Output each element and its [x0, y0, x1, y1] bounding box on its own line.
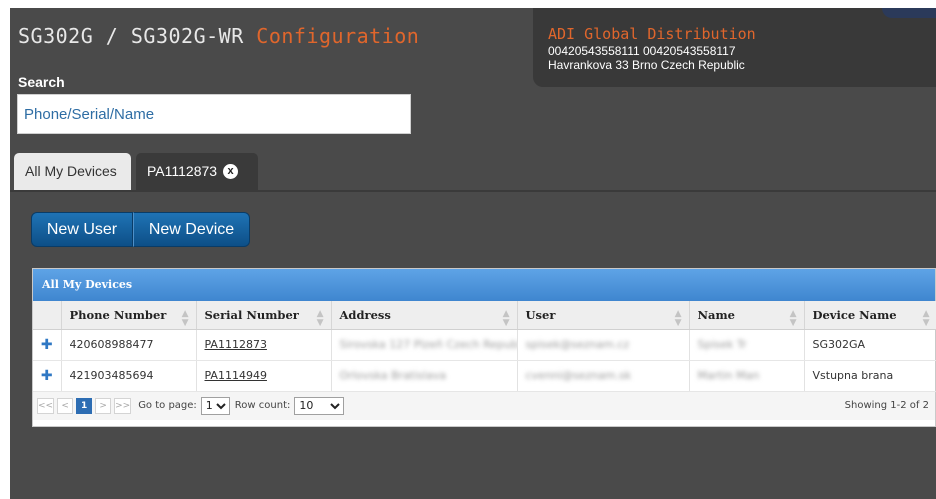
app-frame: SG302G / SG302G-WR Configuration ADI Glo… — [10, 8, 936, 499]
column-label: Serial Number — [204, 307, 299, 322]
next-page-button[interactable]: > — [95, 397, 112, 414]
address-value: Orlovska Bratislava — [339, 369, 447, 382]
page-title: SG302G / SG302G-WR Configuration — [18, 24, 419, 48]
column-device-name[interactable]: Device Name ▲ ▼ — [804, 301, 936, 330]
name-value: Martin Man — [697, 369, 760, 382]
grid-caption: All My Devices — [33, 269, 935, 301]
column-user[interactable]: User ▲ ▼ — [517, 301, 690, 330]
row-count-select[interactable]: 10 — [294, 396, 345, 415]
serial-link[interactable]: PA1114949 — [205, 369, 267, 382]
cell-name: Martin Man — [689, 360, 805, 392]
column-label: User — [525, 307, 556, 322]
distributor-address: Havrankova 33 Brno Czech Republic — [548, 58, 745, 72]
cell-device-name: Vstupna brana — [804, 360, 936, 392]
cell-device-name: SG302GA — [804, 329, 936, 361]
close-icon[interactable]: x — [223, 163, 239, 179]
row-count-label: Row count: — [234, 400, 291, 411]
tab-label: All My Devices — [25, 163, 117, 179]
column-label: Address — [339, 307, 391, 322]
column-serial-number[interactable]: Serial Number ▲ ▼ — [196, 301, 332, 330]
tab-strip-divider — [10, 190, 936, 192]
tab-device-pa1112873[interactable]: PA1112873 x — [136, 153, 258, 190]
title-main: SG302G / SG302G-WR — [18, 24, 257, 48]
table-header-row: Phone Number ▲ ▼ Serial Number ▲ ▼ Address ▲ ▼… — [33, 301, 936, 330]
sort-icon[interactable]: ▲ ▼ — [317, 310, 324, 328]
tab-bar: All My Devices PA1112873 x — [10, 153, 936, 190]
corner-decoration — [882, 8, 936, 18]
sort-icon[interactable]: ▲ ▼ — [790, 310, 797, 328]
first-page-button[interactable]: << — [37, 397, 55, 414]
column-label: Phone Number — [69, 307, 167, 322]
sort-icon[interactable]: ▲ ▼ — [675, 310, 682, 328]
cell-serial: PA1114949 — [196, 360, 332, 392]
table-row[interactable]: ✚ 420608988477 PA1112873 Sirovska 127 Pl… — [33, 329, 936, 361]
devices-table: Phone Number ▲ ▼ Serial Number ▲ ▼ Address ▲ ▼… — [33, 301, 936, 392]
expand-icon[interactable]: ✚ — [33, 329, 62, 361]
column-expand — [33, 301, 62, 330]
column-label: Device Name — [812, 307, 897, 322]
cell-phone: 421903485694 — [61, 360, 197, 392]
action-toolbar: New User New Device — [31, 212, 250, 247]
search-input[interactable] — [17, 94, 411, 134]
user-value: spisek@seznam.cz — [525, 338, 630, 351]
new-device-button[interactable]: New Device — [133, 212, 250, 247]
cell-address: Orlovska Bratislava — [331, 360, 518, 392]
serial-link[interactable]: PA1112873 — [205, 338, 267, 351]
sort-icon[interactable]: ▲ ▼ — [182, 310, 189, 328]
new-user-button[interactable]: New User — [31, 212, 133, 247]
search-label: Search — [18, 74, 65, 90]
header: SG302G / SG302G-WR Configuration — [10, 8, 536, 82]
column-label: Name — [697, 307, 735, 322]
current-page-button[interactable]: 1 — [76, 397, 93, 414]
showing-count: Showing 1-2 of 2 — [844, 399, 929, 411]
cell-address: Sirovska 127 Plzeň Czech Republic — [331, 329, 518, 361]
user-value: cvenni@seznam.sk — [525, 369, 632, 382]
sort-icon[interactable]: ▲ ▼ — [923, 310, 930, 328]
table-row[interactable]: ✚ 421903485694 PA1114949 Orlovska Bratis… — [33, 360, 936, 392]
goto-page-select[interactable]: 1 — [200, 396, 230, 415]
pagination-bar: << < 1 > >> Go to page: 1 Row count: 10 … — [33, 391, 935, 420]
cell-name: Spisek Tr — [689, 329, 805, 361]
distributor-phone: 00420543558111 00420543558117 — [548, 44, 736, 58]
prev-page-button[interactable]: < — [57, 397, 74, 414]
goto-page-label: Go to page: — [138, 400, 197, 411]
cell-phone: 420608988477 — [61, 329, 197, 361]
devices-grid: All My Devices Phone Number ▲ ▼ Serial Num… — [32, 268, 936, 427]
last-page-button[interactable]: >> — [114, 397, 132, 414]
name-value: Spisek Tr — [697, 338, 747, 351]
title-accent: Configuration — [256, 24, 420, 48]
tab-label: PA1112873 — [147, 163, 218, 179]
distributor-name: ADI Global Distribution — [548, 25, 756, 43]
cell-user: cvenni@seznam.sk — [517, 360, 690, 392]
column-phone-number[interactable]: Phone Number ▲ ▼ — [61, 301, 197, 330]
distributor-panel: ADI Global Distribution 00420543558111 0… — [533, 8, 936, 87]
expand-icon[interactable]: ✚ — [33, 360, 62, 392]
sort-icon[interactable]: ▲ ▼ — [503, 310, 510, 328]
column-address[interactable]: Address ▲ ▼ — [331, 301, 518, 330]
tab-all-my-devices[interactable]: All My Devices — [14, 153, 131, 190]
column-name[interactable]: Name ▲ ▼ — [689, 301, 805, 330]
cell-serial: PA1112873 — [196, 329, 332, 361]
cell-user: spisek@seznam.cz — [517, 329, 690, 361]
address-value: Sirovska 127 Plzeň Czech Republic — [339, 338, 517, 351]
